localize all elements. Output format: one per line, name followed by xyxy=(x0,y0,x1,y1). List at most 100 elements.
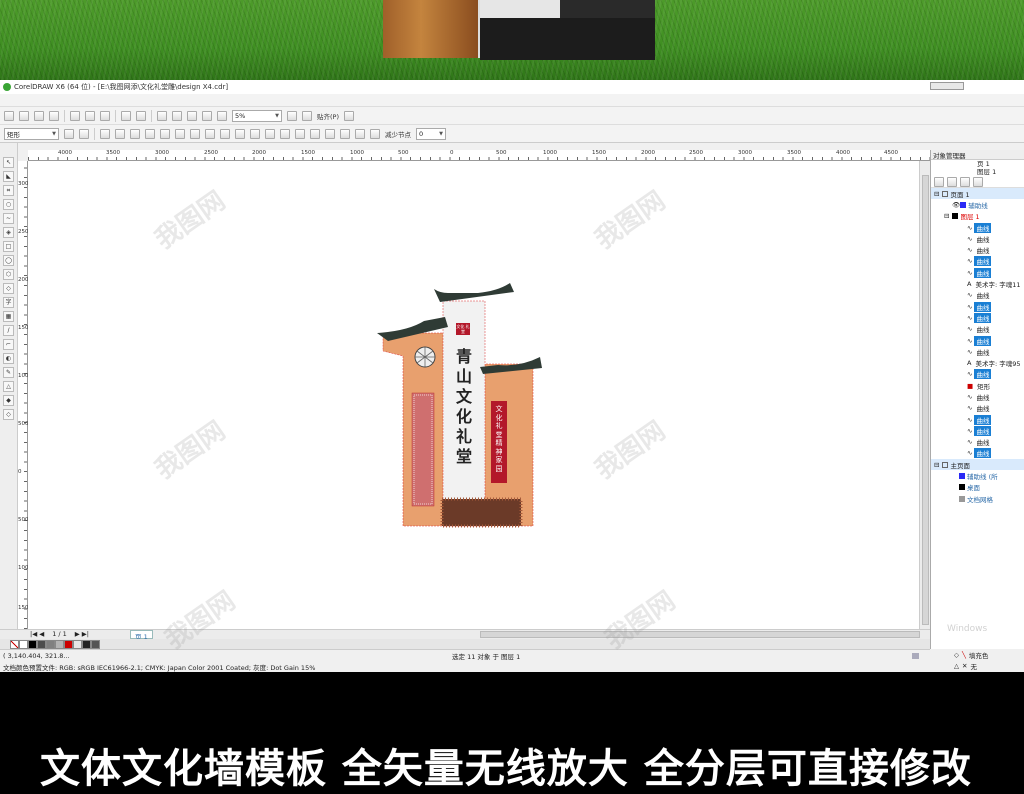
color-profile-info[interactable]: 文档颜色预置文件: RGB: sRGB IEC61966-2.1; CMYK: … xyxy=(3,662,315,672)
object-list-item[interactable]: ∿ 曲线 xyxy=(931,335,1024,346)
object-list-item[interactable]: ∿ 曲线 xyxy=(931,403,1024,414)
object-list-item[interactable]: ∿ 曲线 xyxy=(931,414,1024,425)
interactive-fill-tool-icon[interactable]: ◇ xyxy=(3,409,14,420)
color-swatch[interactable] xyxy=(37,639,46,649)
show-rulers-icon[interactable] xyxy=(302,110,312,121)
layer-manager-view-icon[interactable] xyxy=(960,176,970,187)
reduce-nodes-input[interactable]: 0 ▼ xyxy=(416,127,446,140)
break-curve-icon[interactable] xyxy=(145,128,155,139)
object-list-item[interactable]: ∿ 曲线 xyxy=(931,346,1024,357)
collapse-icon[interactable]: ⊟ xyxy=(944,212,949,220)
object-list-item[interactable]: ∿ 曲线 xyxy=(931,391,1024,402)
redo-icon[interactable] xyxy=(136,110,146,121)
object-list-item[interactable]: ∿ 曲线 xyxy=(931,312,1024,323)
new-layer-icon[interactable] xyxy=(947,176,957,187)
top-roof[interactable] xyxy=(434,283,514,302)
color-swatch[interactable] xyxy=(46,639,55,649)
master-desktop-item[interactable]: 桌面 xyxy=(931,482,1024,493)
color-swatch[interactable] xyxy=(64,639,73,649)
no-color-swatch[interactable] xyxy=(10,639,19,649)
node-delete-icon[interactable] xyxy=(115,128,125,139)
blend-tool-icon[interactable]: ◐ xyxy=(3,353,14,364)
object-list-item[interactable]: ∿ 曲线 xyxy=(931,267,1024,278)
reflect-horizontal-icon[interactable] xyxy=(325,128,335,139)
layer-properties-icon[interactable] xyxy=(934,176,944,187)
object-list-item[interactable]: ■ 矩形 xyxy=(931,380,1024,391)
object-list-item[interactable]: A 美术字: 字魂95 xyxy=(931,357,1024,368)
collapse-icon[interactable]: ⊟ xyxy=(934,461,939,469)
paste-icon[interactable] xyxy=(100,110,110,121)
app-launcher-icon[interactable] xyxy=(217,110,227,121)
remove-preset-icon[interactable] xyxy=(79,128,89,139)
smart-fill-tool-icon[interactable]: ◈ xyxy=(3,227,14,238)
smooth-node-icon[interactable] xyxy=(205,128,215,139)
to-line-icon[interactable] xyxy=(160,128,170,139)
object-list-item[interactable]: A 美术字: 字魂11 xyxy=(931,278,1024,289)
freehand-tool-icon[interactable]: ~ xyxy=(3,213,14,224)
first-page-icon[interactable]: |◀ xyxy=(30,630,37,638)
dimension-tool-icon[interactable]: / xyxy=(3,325,14,336)
color-swatch[interactable] xyxy=(91,639,100,649)
text-tool-icon[interactable]: 字 xyxy=(3,297,14,308)
object-list-item[interactable]: ∿ 曲线 xyxy=(931,256,1024,267)
object-list-item[interactable]: ∿ 曲线 xyxy=(931,448,1024,459)
object-list-item[interactable]: ∿ 曲线 xyxy=(931,233,1024,244)
left-red-panel[interactable] xyxy=(411,392,435,507)
color-swatch[interactable] xyxy=(55,639,64,649)
collapse-icon[interactable]: ⊟ xyxy=(934,190,939,198)
base-stone[interactable] xyxy=(442,499,521,526)
new-document-icon[interactable] xyxy=(4,110,14,121)
join-nodes-icon[interactable] xyxy=(130,128,140,139)
object-type-combo[interactable]: 矩形 ▼ xyxy=(4,127,59,140)
table-tool-icon[interactable]: ▦ xyxy=(3,311,14,322)
elastic-mode-icon[interactable] xyxy=(355,128,365,139)
cut-icon[interactable] xyxy=(70,110,80,121)
window-controls[interactable] xyxy=(930,82,964,90)
align-nodes-icon[interactable] xyxy=(310,128,320,139)
options-icon[interactable] xyxy=(344,110,354,121)
add-preset-icon[interactable] xyxy=(64,128,74,139)
next-page-icon[interactable]: ▶ xyxy=(75,630,80,638)
shape-tool-icon[interactable]: ◣ xyxy=(3,171,14,182)
to-curve-icon[interactable] xyxy=(175,128,185,139)
extract-subpath-icon[interactable] xyxy=(265,128,275,139)
object-list-item[interactable]: ∿ 曲线 xyxy=(931,290,1024,301)
full-screen-icon[interactable] xyxy=(287,110,297,121)
fill-tool-icon[interactable]: ◆ xyxy=(3,395,14,406)
publish-pdf-icon[interactable] xyxy=(202,110,212,121)
copy-icon[interactable] xyxy=(85,110,95,121)
master-grid-item[interactable]: 文档网格 xyxy=(931,493,1024,504)
last-page-icon[interactable]: ▶| xyxy=(82,630,89,638)
vertical-scrollbar[interactable] xyxy=(919,161,930,629)
color-swatch[interactable] xyxy=(73,639,82,649)
eye-icon[interactable]: 👁 xyxy=(952,201,960,209)
cusp-node-icon[interactable] xyxy=(190,128,200,139)
object-list-item[interactable]: ∿ 曲线 xyxy=(931,437,1024,448)
basic-shapes-tool-icon[interactable]: ◇ xyxy=(3,283,14,294)
snap-to-label[interactable]: 贴齐(P) xyxy=(317,111,339,121)
prev-page-icon[interactable]: ◀ xyxy=(39,630,44,638)
crop-tool-icon[interactable]: ⌗ xyxy=(3,185,14,196)
tree-node-guides[interactable]: 👁 辅助线 xyxy=(931,199,1024,210)
outline-pen-tool-icon[interactable]: △ xyxy=(3,381,14,392)
horizontal-scrollbar[interactable] xyxy=(480,631,920,638)
tree-node-layer1[interactable]: ⊟ 图层 1 xyxy=(931,211,1024,222)
export-icon[interactable] xyxy=(187,110,197,121)
rectangle-tool-icon[interactable]: □ xyxy=(3,241,14,252)
polygon-tool-icon[interactable]: ⬡ xyxy=(3,269,14,280)
color-swatch[interactable] xyxy=(19,639,28,649)
extend-curve-icon[interactable] xyxy=(250,128,260,139)
eyedropper-tool-icon[interactable]: ✎ xyxy=(3,367,14,378)
drawing-canvas[interactable]: 青山文化礼堂 文化礼堂 精神家园 文化 礼堂 xyxy=(28,161,919,629)
save-icon[interactable] xyxy=(34,110,44,121)
object-list-item[interactable]: ∿ 曲线 xyxy=(931,369,1024,380)
color-swatch[interactable] xyxy=(82,639,91,649)
master-guides-item[interactable]: 辅助线 (所 xyxy=(931,470,1024,481)
import-icon[interactable] xyxy=(172,110,182,121)
reflect-vertical-icon[interactable] xyxy=(340,128,350,139)
tree-node-page1[interactable]: ⊟ 页面 1 xyxy=(931,188,1024,200)
color-swatch[interactable] xyxy=(28,639,37,649)
connector-tool-icon[interactable]: ⌐ xyxy=(3,339,14,350)
tree-node-master-page[interactable]: ⊟ 主页面 xyxy=(931,459,1024,471)
horizontal-ruler[interactable]: 4000 3500 3000 2500 2000 1500 1000 500 0… xyxy=(28,150,930,161)
